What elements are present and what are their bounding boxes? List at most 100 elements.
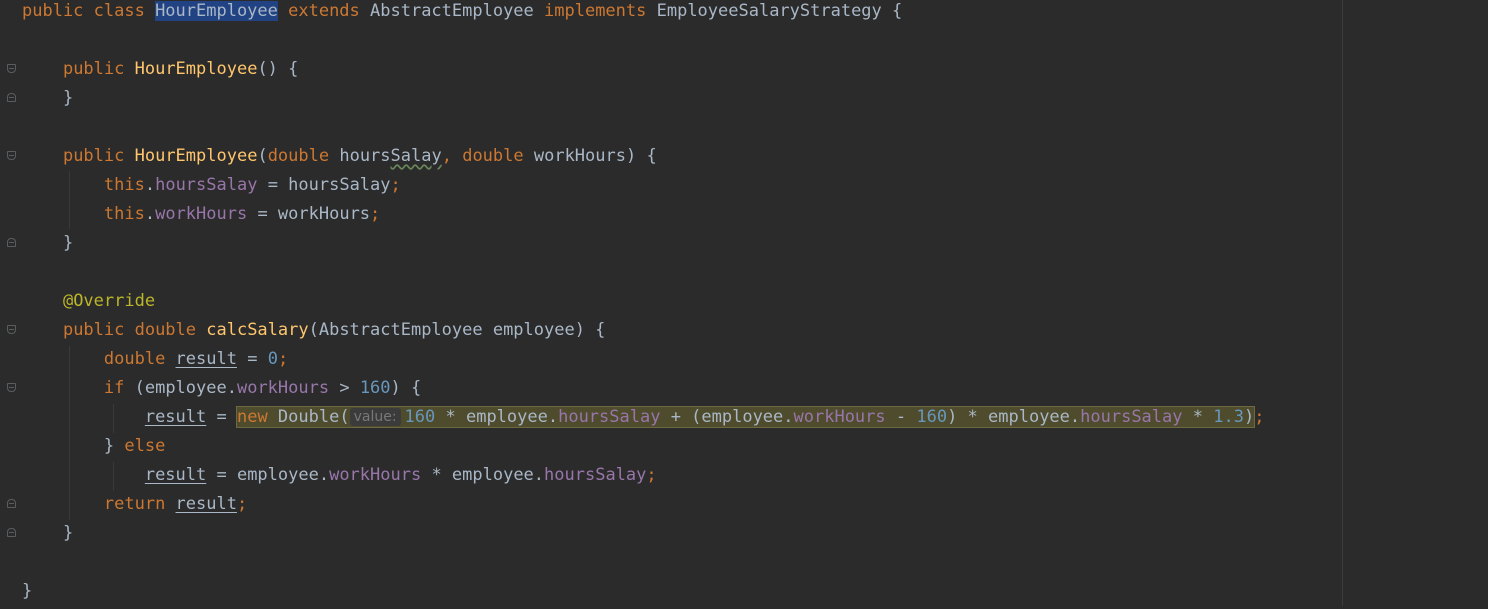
field-name: hoursSalay (544, 465, 647, 485)
fold-collapse-icon[interactable] (7, 383, 16, 392)
fold-collapse-icon[interactable] (7, 151, 16, 160)
fold-collapse-icon[interactable] (7, 64, 16, 73)
keyword: public class (22, 1, 156, 21)
keyword: double (103, 349, 176, 369)
field-name: hoursSalay (155, 175, 258, 195)
keyword: public double (62, 320, 207, 340)
code-line-closing-brace: } (22, 522, 73, 551)
semicolon: ; (370, 204, 381, 224)
keyword: if (103, 378, 125, 398)
expression: * employee. (435, 407, 559, 427)
field-name: workHours (793, 407, 886, 427)
keyword: public (62, 146, 135, 166)
keyword: else (124, 436, 166, 456)
punctuation: ) (1243, 407, 1255, 427)
expression: = hoursSalay (257, 175, 391, 195)
brace: } (22, 581, 33, 601)
typo-warning[interactable]: Salay (391, 146, 442, 166)
keyword: double (267, 146, 330, 166)
code-line-class-declaration: public class HourEmployee extends Abstra… (22, 0, 902, 29)
keyword: return (103, 494, 176, 514)
constructor-name: HourEmployee (134, 59, 258, 79)
code-line-result-overtime: result = new Double(value: 160 * employee… (22, 406, 1264, 435)
code-line-else: } else (22, 435, 165, 464)
code-line-return: return result; (22, 493, 247, 522)
parameter-hint: value: (349, 408, 401, 426)
fold-end-icon[interactable] (7, 499, 16, 508)
keyword: extends (277, 1, 371, 21)
punctuation: . (144, 204, 156, 224)
punctuation: , (441, 146, 463, 166)
keyword: new (236, 407, 268, 427)
code-line-assign-hours-salay: this.hoursSalay = hoursSalay; (22, 174, 401, 203)
code-editor[interactable]: public class HourEmployee extends Abstra… (0, 0, 1488, 606)
expression: * employee. (421, 465, 545, 485)
inspection-highlight[interactable]: new Double(value: 160 * employee.hoursSal… (235, 406, 1256, 428)
punctuation: ) { (625, 146, 657, 166)
fold-collapse-icon[interactable] (7, 325, 16, 334)
semicolon: ; (1254, 407, 1265, 427)
code-line-closing-brace: } (22, 232, 73, 261)
code-line-constructor-params: public HourEmployee(double hoursSalay, d… (22, 145, 657, 174)
expression: + (employee. (660, 407, 794, 427)
code-line-class-closing-brace: } (22, 580, 32, 609)
constructor-name: HourEmployee (134, 146, 258, 166)
operator: * (1182, 407, 1214, 427)
code-line-if-condition: if (employee.workHours > 160) { (22, 377, 421, 406)
field-name: hoursSalay (1080, 407, 1183, 427)
right-margin-guide (1342, 0, 1343, 606)
param-name: workHours (523, 146, 626, 166)
keyword: this (103, 204, 145, 224)
code-line-result-declaration: double result = 0; (22, 348, 288, 377)
brace: } (62, 523, 74, 543)
local-variable: result (175, 349, 237, 369)
fold-end-icon[interactable] (7, 528, 16, 537)
expression: = employee. (206, 465, 330, 485)
punctuation: () { (257, 59, 299, 79)
code-line-constructor-default: public HourEmployee() { (22, 58, 298, 87)
fold-end-icon[interactable] (7, 93, 16, 102)
operator: - (885, 407, 917, 427)
code-line-assign-work-hours: this.workHours = workHours; (22, 203, 380, 232)
field-name: workHours (236, 378, 330, 398)
class-constructor: Double( (267, 407, 350, 427)
interface-name: EmployeeSalaryStrategy (656, 1, 882, 21)
selected-class-name[interactable]: HourEmployee (155, 1, 278, 21)
code-line-method-declaration: public double calcSalary(AbstractEmploye… (22, 319, 605, 348)
semicolon: ; (277, 349, 289, 369)
semicolon: ; (646, 465, 657, 485)
operator: = (236, 349, 268, 369)
number-literal: 1.3 (1213, 407, 1244, 427)
method-name: calcSalary (206, 320, 309, 340)
keyword: public (62, 59, 135, 79)
number-literal: 0 (267, 349, 278, 369)
local-variable: result (144, 407, 207, 427)
punctuation: (AbstractEmployee employee) { (308, 320, 606, 340)
number-literal: 160 (404, 407, 436, 427)
parent-class-name: AbstractEmployee (370, 1, 534, 21)
field-name: hoursSalay (558, 407, 661, 427)
brace: } (103, 436, 125, 456)
keyword: implements (533, 1, 657, 21)
expression: ) * employee. (947, 407, 1081, 427)
code-line-result-regular: result = employee.workHours * employee.h… (22, 464, 657, 493)
annotation: @Override (62, 291, 156, 311)
number-literal: 160 (359, 378, 391, 398)
fold-end-icon[interactable] (7, 238, 16, 247)
field-name: workHours (329, 465, 422, 485)
expression: = workHours (247, 204, 371, 224)
number-literal: 160 (916, 407, 948, 427)
brace: } (62, 88, 74, 108)
brace: { (881, 1, 903, 21)
editor-gutter (0, 0, 22, 606)
semicolon: ; (236, 494, 248, 514)
field-name: workHours (155, 204, 248, 224)
brace: } (62, 233, 74, 253)
punctuation: ) { (390, 378, 422, 398)
semicolon: ; (390, 175, 401, 195)
local-variable: result (175, 494, 237, 514)
keyword: double (462, 146, 524, 166)
expression: (employee. (124, 378, 237, 398)
punctuation: . (144, 175, 156, 195)
param-name: hours (329, 146, 391, 166)
